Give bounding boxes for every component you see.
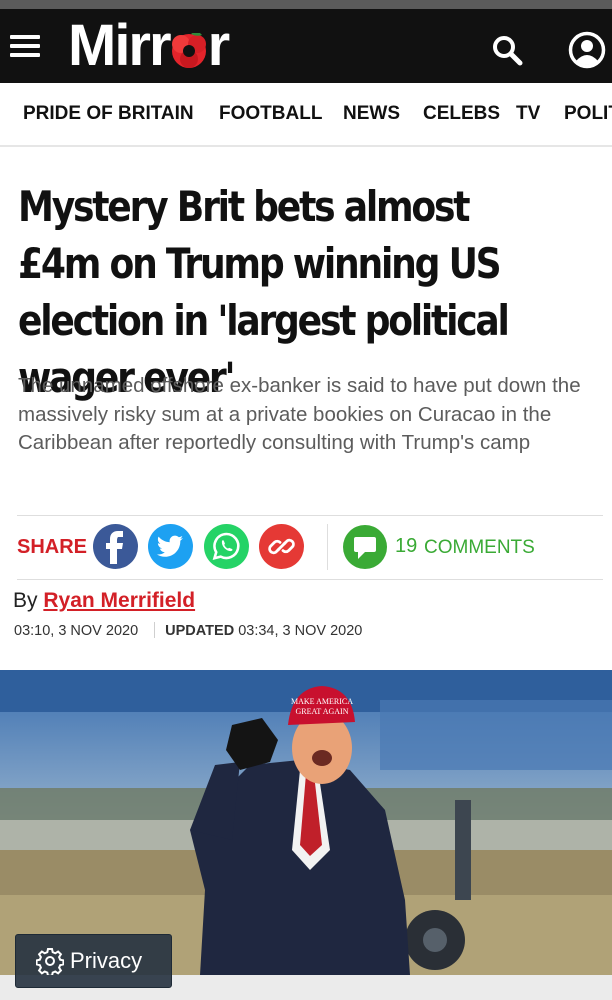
- share-bar: SHARE 19 COMMENTS: [17, 515, 603, 580]
- privacy-button[interactable]: Privacy: [15, 934, 172, 988]
- comments-icon: [343, 525, 387, 569]
- logo-text-end: r: [207, 13, 231, 78]
- whatsapp-share-button[interactable]: [204, 524, 249, 569]
- updated-time: 03:34, 3 NOV 2020: [238, 623, 363, 639]
- status-strip: [0, 0, 612, 9]
- cap-text-line1: MAKE AMERICA: [291, 697, 353, 706]
- poppy-icon: [171, 19, 207, 68]
- account-icon: [568, 31, 606, 69]
- menu-icon-bar: [10, 53, 40, 57]
- menu-button[interactable]: [10, 35, 40, 57]
- gear-icon: [36, 948, 64, 975]
- section-nav: PRIDE OF BRITAIN FOOTBALL NEWS CELEBS TV…: [0, 83, 612, 147]
- comments-label[interactable]: COMMENTS: [424, 537, 535, 559]
- cap-text-line2: GREAT AGAIN: [296, 707, 349, 716]
- logo-text-start: Mirr: [68, 13, 172, 78]
- share-label: SHARE: [17, 536, 88, 558]
- facebook-share-button[interactable]: [93, 524, 138, 569]
- nav-item-football[interactable]: FOOTBALL: [219, 103, 322, 125]
- copy-link-share-button[interactable]: [259, 524, 304, 569]
- article-standfirst: The unnamed offshore ex-banker is said t…: [18, 374, 581, 454]
- article-dates: 03:10, 3 NOV 2020 UPDATED 03:34, 3 NOV 20…: [14, 622, 362, 639]
- nav-item-politics[interactable]: POLIT: [564, 103, 612, 125]
- nav-item-tv[interactable]: TV: [516, 103, 540, 125]
- hero-image: MAKE AMERICA GREAT AGAIN: [0, 670, 612, 975]
- account-button[interactable]: [568, 31, 606, 69]
- byline-prefix: By: [13, 589, 38, 612]
- published-time: 03:10, 3 NOV 2020: [14, 623, 139, 639]
- menu-icon-bar: [10, 44, 40, 48]
- site-logo[interactable]: Mirr r: [68, 13, 231, 78]
- menu-icon: [10, 35, 40, 39]
- updated-label: UPDATED: [165, 623, 235, 639]
- link-icon: [268, 538, 295, 555]
- share-divider: [327, 524, 328, 570]
- twitter-icon: [156, 535, 183, 557]
- comments-count[interactable]: 19: [395, 535, 417, 558]
- privacy-label: Privacy: [70, 948, 143, 973]
- nav-item-celebs[interactable]: CELEBS: [423, 103, 500, 125]
- facebook-icon: [106, 531, 123, 564]
- comments-button[interactable]: [342, 524, 388, 570]
- search-button[interactable]: [490, 33, 524, 67]
- twitter-share-button[interactable]: [148, 524, 193, 569]
- author-link[interactable]: Ryan Merrifield: [43, 589, 195, 612]
- nav-item-pride-of-britain[interactable]: PRIDE OF BRITAIN: [23, 103, 194, 125]
- byline: By Ryan Merrifield: [13, 589, 195, 613]
- dates-separator: [154, 622, 156, 638]
- whatsapp-icon: [212, 532, 240, 561]
- search-icon: [493, 36, 523, 66]
- nav-item-news[interactable]: NEWS: [343, 103, 400, 125]
- masthead: Mirr r: [0, 9, 612, 83]
